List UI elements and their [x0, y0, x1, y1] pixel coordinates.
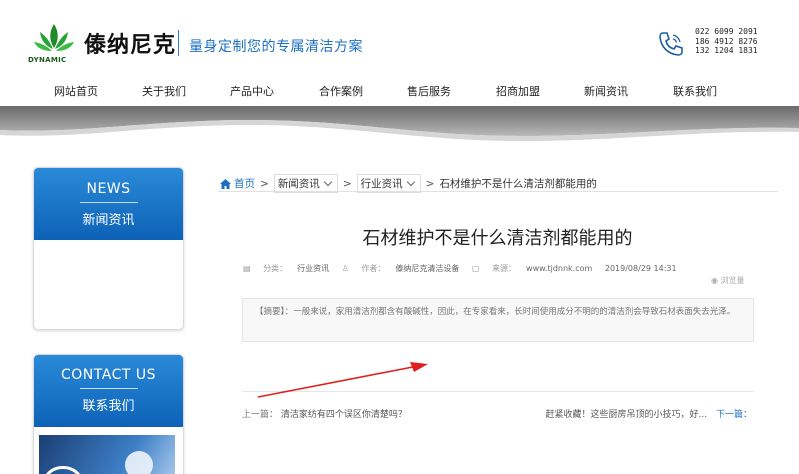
phone-numbers: 022 6099 2091 186 4912 8276 132 1204 183…: [695, 27, 758, 56]
home-icon: [220, 178, 231, 189]
breadcrumb-home[interactable]: 首页: [220, 176, 255, 191]
breadcrumb-current: 石材维护不是什么清洁剂都能用的: [439, 178, 597, 190]
contact-panel-title-zh: 联系我们: [82, 399, 135, 414]
nav-item-contact[interactable]: 联系我们: [673, 83, 717, 99]
brand-slogan: 量身定制您的专属清洁方案: [189, 39, 363, 55]
news-panel-title-zh: 新闻资讯: [82, 213, 135, 228]
brand-divider: [178, 30, 179, 56]
nav-item-news[interactable]: 新闻资讯: [584, 83, 628, 99]
logo-text: DYNAMIC: [28, 56, 67, 64]
breadcrumb-news-label: 新闻资讯: [277, 178, 320, 190]
next-article: 赶紧收藏！这些厨房吊顶的小技巧，好... 下一篇：: [546, 407, 752, 420]
phone-icon: [659, 32, 683, 56]
eye-icon: ◉: [711, 276, 718, 285]
source-icon: ▢: [471, 264, 480, 273]
main-nav: 网站首页 关于我们 产品中心 合作案例 售后服务 招商加盟 新闻资讯 联系我们: [0, 76, 799, 106]
article-meta: ▤ 分类： 行业资讯 ♙ 作者： 傣纳尼克清洁设备 ▢ 来源： www.tjdnnk.…: [243, 263, 677, 274]
nav-item-about[interactable]: 关于我们: [142, 83, 186, 99]
contact-panel-title-en: CONTACT US: [61, 367, 156, 383]
views-label: 浏览量: [720, 276, 745, 285]
article-views: ◉ 浏览量: [711, 275, 745, 286]
meta-category-value[interactable]: 行业资讯: [297, 264, 329, 273]
sidebar-news-panel: NEWS 新闻资讯: [33, 167, 184, 330]
folder-icon: ▤: [243, 264, 251, 273]
nav-item-service[interactable]: 售后服务: [407, 83, 451, 99]
phone-number: 132 1204 1831: [695, 46, 758, 55]
brand-name[interactable]: 傣纳尼克: [84, 27, 176, 59]
chevron-down-icon: [406, 177, 415, 187]
nav-item-franchise[interactable]: 招商加盟: [496, 83, 540, 99]
prev-label: 上一篇：: [242, 410, 279, 420]
nav-item-products[interactable]: 产品中心: [230, 83, 274, 99]
meta-author-label: 作者：: [361, 264, 386, 273]
phone-number: 186 4912 8276: [695, 36, 758, 46]
phone-number: 022 6099 2091: [695, 27, 758, 36]
article-summary: 【摘要】：一般来说，家用清洁剂都含有酸碱性，因此，在专家看来，长时间使用成分不明…: [242, 298, 754, 342]
meta-author: ♙ 作者： 傣纳尼克清洁设备: [342, 264, 462, 273]
sidebar-contact-panel: CONTACT US 联系我们: [33, 354, 184, 474]
chevron-down-icon: [323, 177, 333, 187]
news-panel-title-en: NEWS: [86, 181, 131, 197]
meta-source-value[interactable]: www.tjdnnk.com: [526, 264, 592, 273]
meta-source-label: 来源：: [492, 264, 517, 273]
meta-category: ▤ 分类： 行业资讯: [243, 264, 332, 273]
banner-wave: [0, 106, 799, 141]
breadcrumb-separator: >: [425, 177, 435, 190]
meta-source: ▢ 来源： www.tjdnnk.com: [472, 264, 595, 273]
breadcrumb-separator: >: [342, 177, 352, 190]
next-article-link[interactable]: 赶紧收藏！这些厨房吊顶的小技巧，好...: [546, 410, 708, 420]
article-title: 石材维护不是什么清洁剂都能用的: [362, 228, 633, 249]
user-icon: ♙: [341, 264, 349, 273]
next-label[interactable]: 下一篇：: [716, 410, 752, 420]
news-panel-header[interactable]: NEWS 新闻资讯: [34, 168, 183, 240]
breadcrumb-separator: >: [260, 177, 269, 190]
article-divider: [242, 391, 754, 392]
site-header: DYNAMIC 傣纳尼克 量身定制您的专属清洁方案 022 6099 2091 …: [0, 0, 799, 76]
news-panel-divider: [79, 202, 138, 203]
contact-image: [39, 435, 175, 474]
contact-panel-divider: [79, 388, 138, 389]
breadcrumb-industry-label: 行业资讯: [360, 178, 403, 190]
breadcrumb-divider: [218, 191, 778, 192]
meta-category-label: 分类：: [263, 264, 288, 273]
contact-panel-header[interactable]: CONTACT US 联系我们: [34, 355, 183, 427]
nav-item-cases[interactable]: 合作案例: [319, 83, 363, 99]
prev-article: 上一篇： 清洁家纺有四个误区你清楚吗？: [242, 407, 407, 420]
nav-item-home[interactable]: 网站首页: [54, 83, 98, 99]
meta-date: 2019/08/29 14:31: [604, 264, 677, 273]
meta-author-value: 傣纳尼克清洁设备: [395, 264, 460, 273]
prev-article-link[interactable]: 清洁家纺有四个误区你清楚吗？: [281, 410, 407, 420]
breadcrumb-home-label: 首页: [234, 178, 255, 190]
wifi-icon: [45, 451, 153, 474]
